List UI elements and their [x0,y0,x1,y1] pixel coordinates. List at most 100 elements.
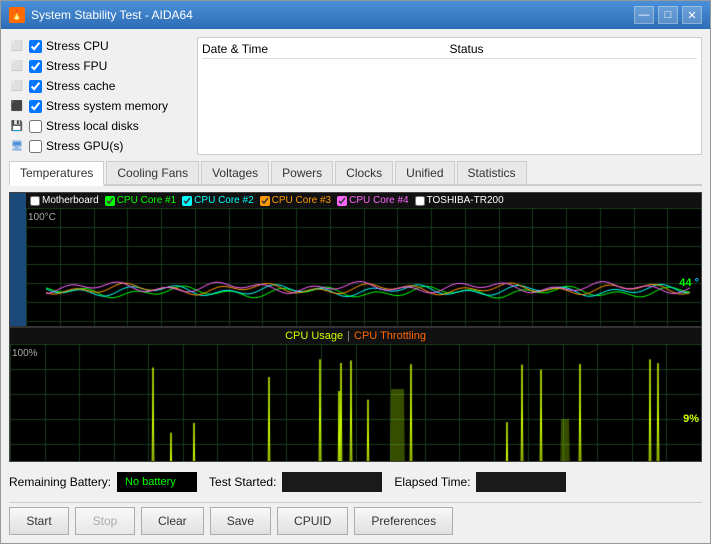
title-controls: — □ ✕ [634,6,702,24]
stress-gpu-checkbox[interactable] [29,140,42,153]
legend-cpu-core-2-label: CPU Core #2 [194,195,253,206]
test-started-value [282,472,382,492]
stress-cpu-checkbox[interactable] [29,40,42,53]
stress-memory-checkbox[interactable] [29,100,42,113]
checkbox-stress-cache: ⬜ Stress cache [9,77,189,95]
elapsed-value [476,472,566,492]
usage-y-top: 100% [12,348,38,359]
stress-fpu-label: Stress FPU [46,59,107,73]
minimize-button[interactable]: — [634,6,654,24]
legend-cpu-core-1-checkbox[interactable] [105,196,115,206]
stress-disks-checkbox[interactable] [29,120,42,133]
legend-motherboard-checkbox[interactable] [30,196,40,206]
title-bar: 🔥 System Stability Test - AIDA64 — □ ✕ [1,1,710,29]
checkbox-stress-cpu: ⬜ Stress CPU [9,37,189,55]
bottom-info: Remaining Battery: No battery Test Start… [9,468,702,496]
stress-cache-label: Stress cache [46,79,115,93]
tab-voltages[interactable]: Voltages [201,161,269,184]
preferences-button[interactable]: Preferences [354,507,453,535]
date-time-header: Date & Time [202,42,450,56]
legend-cpu-core-4-label: CPU Core #4 [349,195,408,206]
main-window: 🔥 System Stability Test - AIDA64 — □ ✕ ⬜… [0,0,711,544]
tab-clocks[interactable]: Clocks [335,161,393,184]
save-button[interactable]: Save [210,507,271,535]
tab-statistics[interactable]: Statistics [457,161,527,184]
temp-current-value: 44 ° [679,277,699,289]
legend-cpu-core-3-label: CPU Core #3 [272,195,331,206]
legend-cpu-core-3-checkbox[interactable] [260,196,270,206]
cpuid-button[interactable]: CPUID [277,507,348,535]
usage-legend: CPU Usage | CPU Throttling [10,328,701,344]
legend-cpu-core-1-label: CPU Core #1 [117,195,176,206]
cache-icon: ⬜ [9,78,25,94]
tabs-section: Temperatures Cooling Fans Voltages Power… [9,161,702,186]
close-button[interactable]: ✕ [682,6,702,24]
cpu-icon: ⬜ [9,38,25,54]
temp-chart-canvas [26,208,701,326]
test-started-info: Test Started: [209,472,382,492]
gpu-icon: 🖥 [9,138,25,154]
temp-legend: Motherboard CPU Core #1 CPU Core #2 [26,193,701,208]
legend-toshiba-label: TOSHIBA-TR200 [427,195,504,206]
tab-temperatures[interactable]: Temperatures [9,161,104,186]
checkbox-stress-disks: 💾 Stress local disks [9,117,189,135]
checkbox-stress-fpu: ⬜ Stress FPU [9,57,189,75]
stress-memory-label: Stress system memory [46,99,168,113]
clear-button[interactable]: Clear [141,507,204,535]
usage-chart-area: CPU Usage | CPU Throttling 100% 0% 9% 0% [10,328,701,461]
sidebar-strip [10,193,26,326]
memory-icon: ⬛ [9,98,25,114]
legend-motherboard-label: Motherboard [42,195,99,206]
stress-gpu-label: Stress GPU(s) [46,139,123,153]
status-panel: Date & Time Status [197,37,702,155]
usage-chart-canvas-wrapper: 100% 0% 9% 0% [10,344,701,461]
app-icon: 🔥 [9,7,25,23]
status-header-label: Status [450,42,698,56]
legend-cpu-core-4-checkbox[interactable] [337,196,347,206]
disk-icon: 💾 [9,118,25,134]
checkbox-stress-memory: ⬛ Stress system memory [9,97,189,115]
elapsed-info: Elapsed Time: [394,472,566,492]
checkboxes-panel: ⬜ Stress CPU ⬜ Stress FPU ⬜ Stress cache… [9,37,189,155]
temp-chart-row: Motherboard CPU Core #1 CPU Core #2 [10,193,701,326]
battery-value: No battery [117,472,197,492]
tab-powers[interactable]: Powers [271,161,333,184]
stress-cache-checkbox[interactable] [29,80,42,93]
legend-cpu-core-3: CPU Core #3 [260,195,331,206]
legend-toshiba-checkbox[interactable] [415,196,425,206]
top-section: ⬜ Stress CPU ⬜ Stress FPU ⬜ Stress cache… [9,37,702,155]
temp-unit: ° [692,277,699,289]
usage-title-2: CPU Throttling [354,330,426,342]
fpu-icon: ⬜ [9,58,25,74]
legend-toshiba: TOSHIBA-TR200 [415,195,504,206]
maximize-button[interactable]: □ [658,6,678,24]
stress-cpu-label: Stress CPU [46,39,109,53]
elapsed-label: Elapsed Time: [394,475,470,489]
temp-chart-area: Motherboard CPU Core #1 CPU Core #2 [26,193,701,326]
usage-title-1: CPU Usage [285,330,343,342]
test-started-label: Test Started: [209,475,276,489]
temp-chart-canvas-wrapper: 100°C 0°C 44 ° [26,208,701,326]
stress-fpu-checkbox[interactable] [29,60,42,73]
charts-container: Motherboard CPU Core #1 CPU Core #2 [9,192,702,462]
legend-cpu-core-2-checkbox[interactable] [182,196,192,206]
stress-disks-label: Stress local disks [46,119,139,133]
usage-current-value: 9% [683,413,699,425]
battery-info: Remaining Battery: No battery [9,472,197,492]
legend-cpu-core-1: CPU Core #1 [105,195,176,206]
title-bar-left: 🔥 System Stability Test - AIDA64 [9,7,193,23]
tab-cooling-fans[interactable]: Cooling Fans [106,161,199,184]
legend-cpu-core-2: CPU Core #2 [182,195,253,206]
button-bar: Start Stop Clear Save CPUID Preferences [9,502,702,535]
legend-cpu-core-4: CPU Core #4 [337,195,408,206]
battery-label: Remaining Battery: [9,475,111,489]
tab-unified[interactable]: Unified [395,161,454,184]
window-title: System Stability Test - AIDA64 [31,8,193,22]
main-content: ⬜ Stress CPU ⬜ Stress FPU ⬜ Stress cache… [1,29,710,543]
temp-y-top: 100°C [28,212,56,223]
status-header: Date & Time Status [202,42,697,59]
usage-separator: | [347,330,350,342]
stop-button[interactable]: Stop [75,507,135,535]
start-button[interactable]: Start [9,507,69,535]
tab-bar: Temperatures Cooling Fans Voltages Power… [9,161,702,186]
